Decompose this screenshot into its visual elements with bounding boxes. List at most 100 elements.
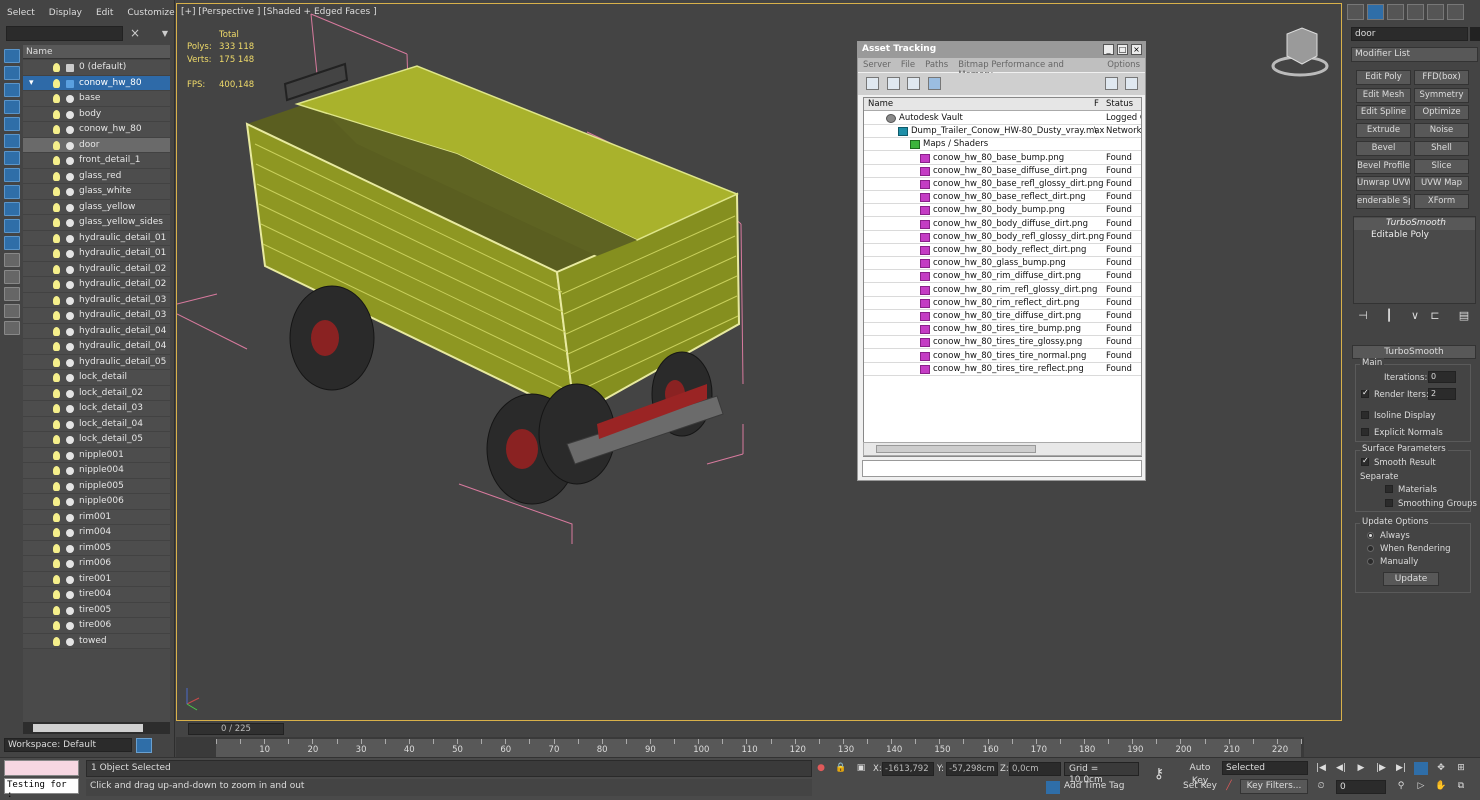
update-button[interactable]: Update xyxy=(1383,572,1439,586)
asset-row[interactable]: conow_hw_80_rim_reflect_dirt.png Found xyxy=(864,297,1141,310)
zoom-icon[interactable]: ⚲ xyxy=(1394,780,1408,793)
menu-bitmap-performance[interactable]: Bitmap Performance and Memory xyxy=(953,58,1102,80)
asset-tracking-title[interactable]: Asset Tracking xyxy=(858,42,1145,58)
scene-object-row[interactable]: glass_white xyxy=(23,184,170,200)
current-frame-field[interactable]: 0 xyxy=(1336,780,1386,794)
scene-object-row[interactable]: conow_hw_80 xyxy=(23,122,170,138)
scene-object-row[interactable]: hydraulic_detail_04 xyxy=(23,339,170,355)
set-key-button[interactable]: Set Key xyxy=(1180,780,1220,794)
visibility-bulb-icon[interactable] xyxy=(53,171,60,181)
display-spacewarps-icon[interactable] xyxy=(4,151,20,165)
asset-row[interactable]: Maps / Shaders xyxy=(864,138,1141,152)
isoline-checkbox[interactable] xyxy=(1361,411,1369,419)
menu-file[interactable]: File xyxy=(896,58,920,72)
display-helpers-icon[interactable] xyxy=(4,134,20,148)
scene-object-row[interactable]: lock_detail_03 xyxy=(23,401,170,417)
utilities-tab-icon[interactable] xyxy=(1447,4,1464,20)
make-unique-icon[interactable]: ∨ xyxy=(1408,309,1422,323)
viewport-label[interactable]: [+] [Perspective ] [Shaded + Edged Faces… xyxy=(181,7,377,17)
display-bones-icon[interactable] xyxy=(4,202,20,216)
object-color-swatch[interactable] xyxy=(1470,27,1480,41)
display-groups-icon[interactable] xyxy=(4,168,20,182)
visibility-bulb-icon[interactable] xyxy=(53,621,60,630)
modifier-button[interactable]: enderable Splir xyxy=(1356,193,1411,209)
key-set-dropdown[interactable]: Selected xyxy=(1222,761,1308,775)
scene-object-row[interactable]: glass_yellow xyxy=(23,199,170,215)
asset-row[interactable]: conow_hw_80_body_bump.png Found xyxy=(864,204,1141,218)
visibility-bulb-icon[interactable] xyxy=(53,543,60,553)
display-frozen-icon[interactable] xyxy=(4,236,20,250)
pin-stack-icon[interactable]: ⊣ xyxy=(1356,309,1370,323)
help-icon[interactable] xyxy=(1105,77,1118,90)
scene-object-row[interactable]: lock_detail_02 xyxy=(23,385,170,401)
scene-object-row[interactable]: nipple004 xyxy=(23,463,170,479)
visibility-bulb-icon[interactable] xyxy=(53,512,60,522)
y-coordinate-field[interactable]: -57,298cm xyxy=(946,762,998,776)
visibility-bulb-icon[interactable] xyxy=(53,481,60,491)
scene-list-scrollbar[interactable] xyxy=(23,722,170,734)
maxscript-output[interactable] xyxy=(4,760,79,776)
close-icon[interactable]: × xyxy=(1131,44,1142,55)
manage-workspaces-icon[interactable] xyxy=(136,738,152,753)
visibility-bulb-icon[interactable] xyxy=(53,125,60,134)
scene-object-row[interactable]: lock_detail xyxy=(23,370,170,386)
visibility-bulb-icon[interactable] xyxy=(53,264,60,274)
scene-object-row[interactable]: hydraulic_detail_05 xyxy=(23,354,170,370)
visibility-bulb-icon[interactable] xyxy=(53,559,60,568)
asset-row[interactable]: conow_hw_80_body_diffuse_dirt.png Found xyxy=(864,218,1141,231)
menu-server[interactable]: Server xyxy=(858,58,896,72)
asset-tracking-window[interactable]: Asset Tracking _ □ × Server File Paths B… xyxy=(857,41,1146,481)
asset-row[interactable]: conow_hw_80_tires_tire_glossy.png Found xyxy=(864,336,1141,350)
modifier-button[interactable]: Unwrap UVW xyxy=(1356,176,1411,192)
smoothing-groups-checkbox[interactable] xyxy=(1385,499,1393,507)
expand-toggle-icon[interactable]: ▾ xyxy=(29,76,34,91)
visibility-bulb-icon[interactable] xyxy=(53,590,60,599)
remove-modifier-icon[interactable]: ⊏ xyxy=(1428,309,1442,323)
scene-object-row[interactable]: body xyxy=(23,106,170,122)
orbit-icon[interactable]: ✥ xyxy=(1434,762,1448,775)
hierarchy-tab-icon[interactable] xyxy=(1387,4,1404,20)
asset-row[interactable]: conow_hw_80_rim_refl_glossy_dirt.png Foun… xyxy=(864,284,1141,297)
modifier-button[interactable]: Edit Poly xyxy=(1356,70,1411,85)
maxscript-input[interactable]: Testing for : xyxy=(4,778,79,800)
asset-row[interactable]: conow_hw_80_tires_tire_bump.png Found xyxy=(864,323,1141,337)
maxscript-listener[interactable]: Testing for : xyxy=(4,760,79,800)
visibility-bulb-icon[interactable] xyxy=(53,295,60,305)
asset-path-field[interactable] xyxy=(862,460,1142,477)
visibility-bulb-icon[interactable] xyxy=(53,636,60,646)
show-end-result-icon[interactable]: ┃ xyxy=(1382,309,1396,323)
previous-frame-icon[interactable]: ◀| xyxy=(1334,762,1348,775)
display-lights-icon[interactable] xyxy=(4,100,20,114)
name-column-header[interactable]: Name xyxy=(23,45,170,59)
modifier-button[interactable]: Noise xyxy=(1414,123,1469,139)
visibility-bulb-icon[interactable] xyxy=(53,450,60,460)
display-none-icon[interactable] xyxy=(4,49,20,63)
modifier-button[interactable]: Edit Mesh xyxy=(1356,87,1411,103)
lock-selection-icon[interactable]: 🔒 xyxy=(834,762,848,775)
modifier-button[interactable]: UVW Map xyxy=(1414,176,1469,192)
scene-object-row[interactable]: glass_yellow_sides xyxy=(23,215,170,231)
render-iters-spinner[interactable]: 2 xyxy=(1428,388,1456,400)
stack-item-turbosmooth[interactable]: TurboSmooth xyxy=(1354,218,1475,230)
scene-object-row[interactable]: tire004 xyxy=(23,587,170,603)
track-bar[interactable]: 10 20 30 40 50 60 70 80 90 100 110 120 130 140 150 160 1… xyxy=(176,737,1304,757)
workspace-select[interactable]: Workspace: Default xyxy=(4,738,132,752)
display-cameras-icon[interactable] xyxy=(4,117,20,131)
track-ruler[interactable]: 10 20 30 40 50 60 70 80 90 100 110 120 130 140 150 160 1… xyxy=(216,739,1302,757)
visibility-bulb-icon[interactable] xyxy=(53,419,60,429)
key-filters-button[interactable]: Key Filters... xyxy=(1240,779,1308,794)
display-all-icon[interactable] xyxy=(4,270,20,284)
scene-object-row[interactable]: ▾ conow_hw_80 xyxy=(23,75,170,91)
scene-object-row[interactable]: nipple006 xyxy=(23,494,170,510)
scene-object-row[interactable]: hydraulic_detail_03 xyxy=(23,308,170,324)
motion-tab-icon[interactable] xyxy=(1407,4,1424,20)
modifier-button[interactable]: Extrude xyxy=(1356,123,1411,139)
scene-object-row[interactable]: glass_red xyxy=(23,168,170,184)
transform-mode-icon[interactable]: ▣ xyxy=(854,762,868,775)
modifier-button[interactable]: Symmetry xyxy=(1414,87,1469,103)
visibility-bulb-icon[interactable] xyxy=(53,311,60,320)
visibility-bulb-icon[interactable] xyxy=(53,109,60,119)
help-context-icon[interactable] xyxy=(1125,77,1138,90)
stack-item-editable-poly[interactable]: Editable Poly xyxy=(1354,230,1475,242)
scene-object-row[interactable]: base xyxy=(23,91,170,107)
